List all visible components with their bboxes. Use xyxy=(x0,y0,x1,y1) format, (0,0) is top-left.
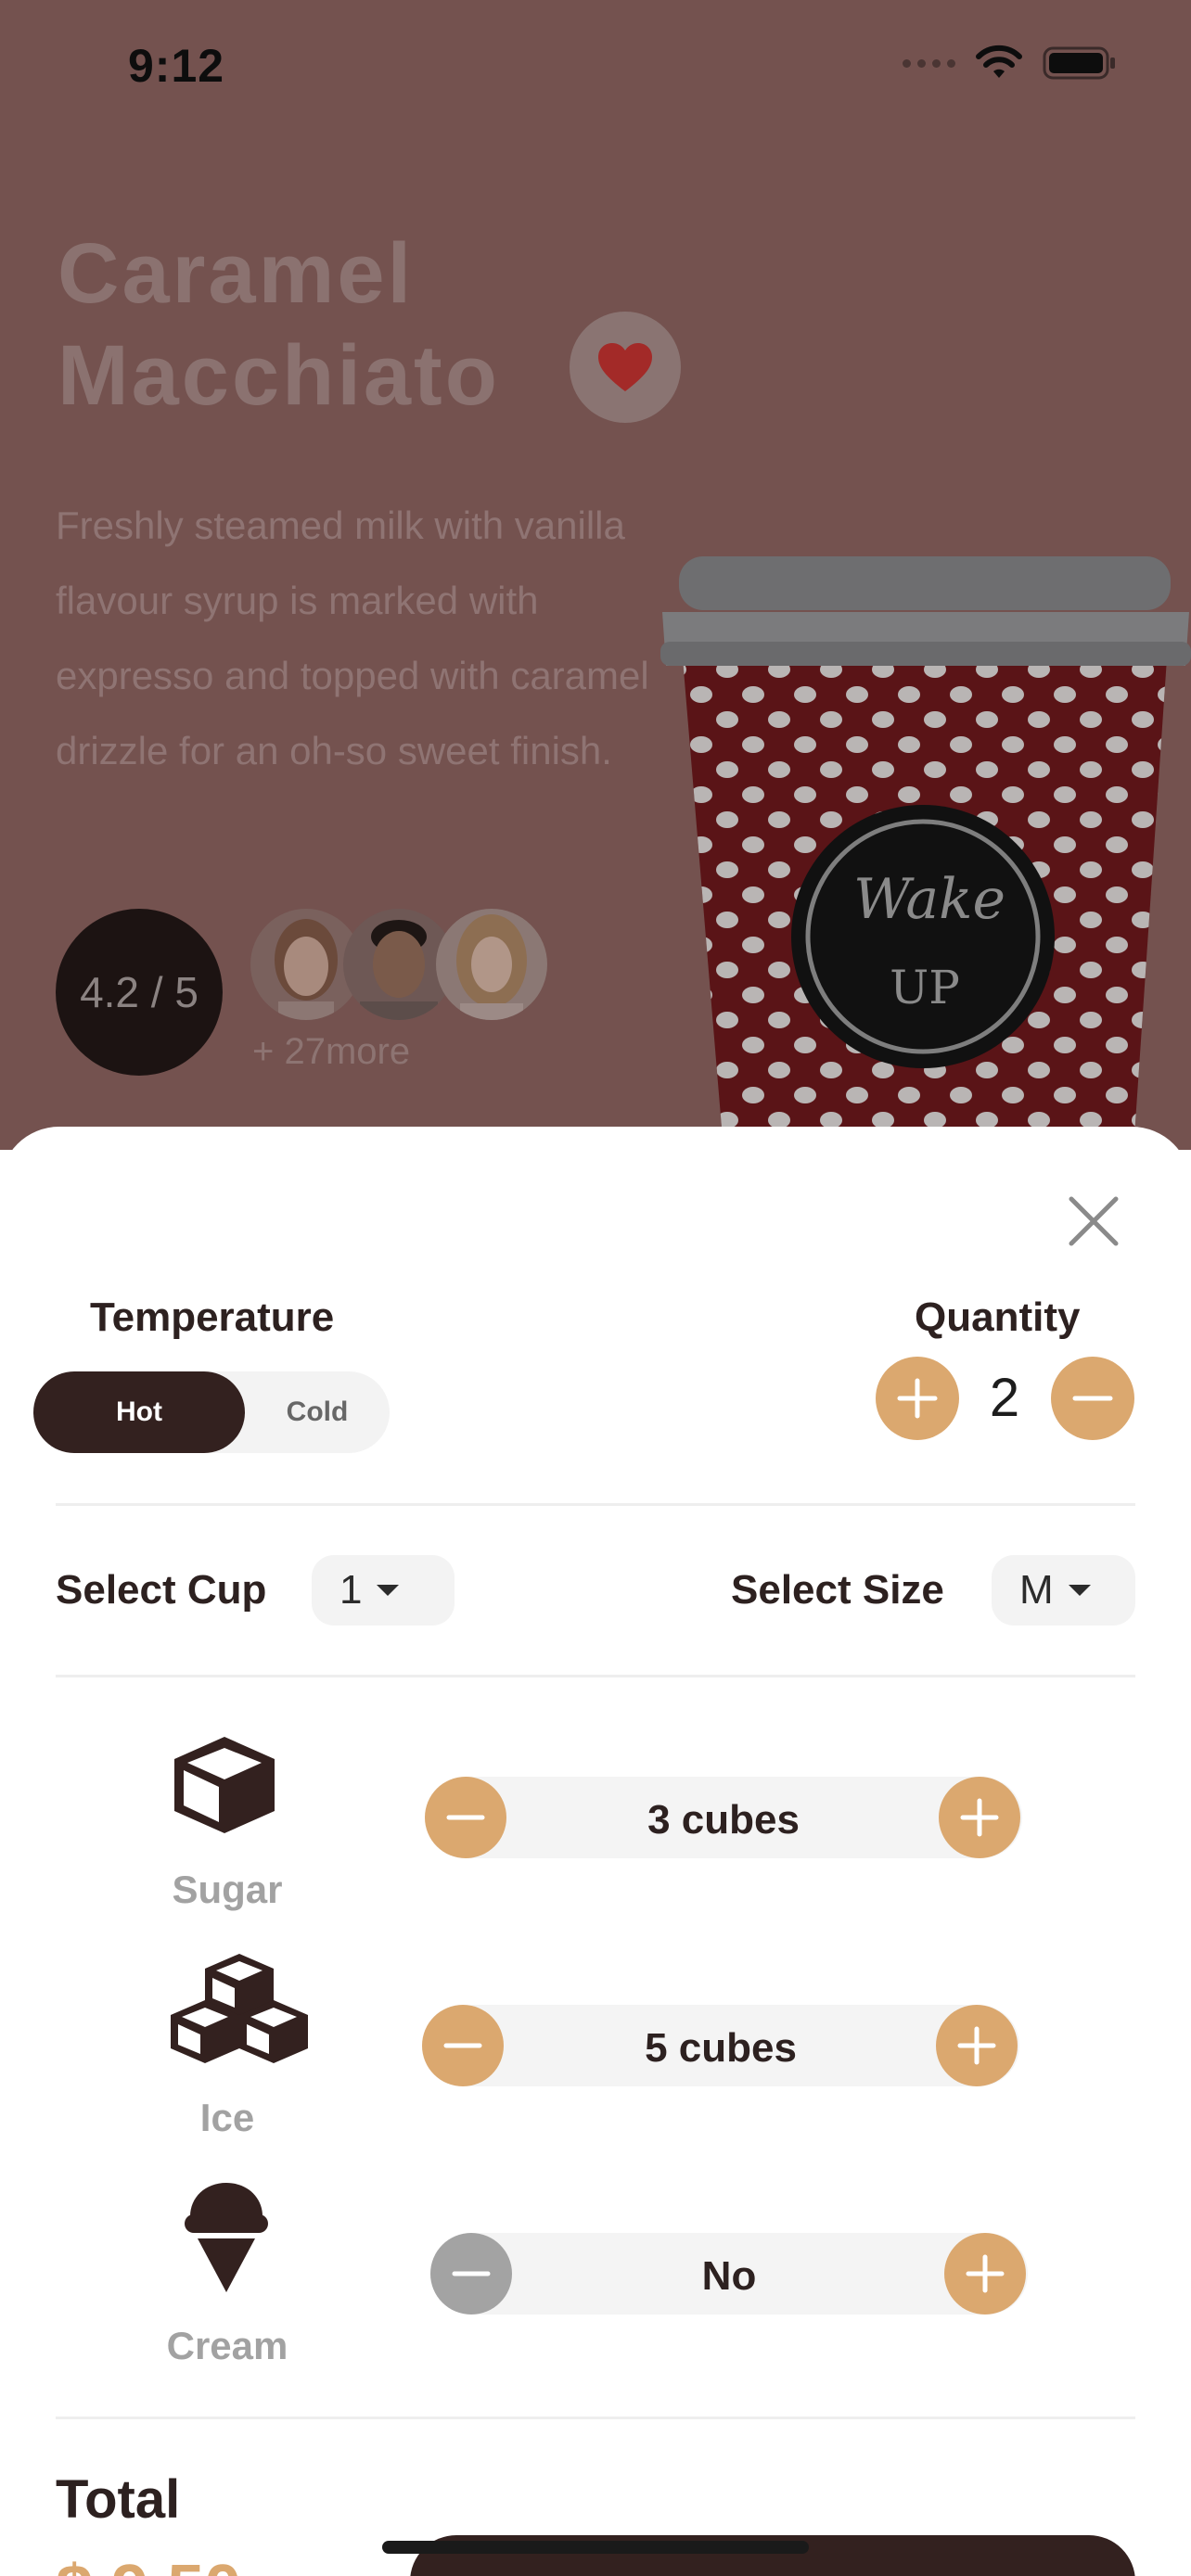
select-cup-value: 1 xyxy=(339,1567,363,1613)
sugar-decrease-button[interactable] xyxy=(425,1777,506,1858)
avatar xyxy=(436,909,547,1020)
cream-value: No xyxy=(701,2253,757,2299)
chevron-down-icon xyxy=(377,1585,400,1596)
battery-icon xyxy=(1043,46,1115,80)
cream-decrease-button[interactable] xyxy=(430,2233,512,2315)
coffee-cup-image: Wake UP xyxy=(660,556,1191,1150)
sugar-increase-button[interactable] xyxy=(939,1777,1020,1858)
quantity-label: Quantity xyxy=(915,1294,1081,1340)
plus-icon xyxy=(966,2254,1005,2293)
sugar-value: 3 cubes xyxy=(647,1797,800,1843)
minus-icon xyxy=(1072,1396,1113,1401)
select-cup-dropdown[interactable]: 1 xyxy=(312,1555,455,1626)
ice-decrease-button[interactable] xyxy=(422,2005,504,2086)
plus-icon xyxy=(960,1798,999,1837)
sugar-cube-icon xyxy=(167,1730,282,1840)
status-time: 9:12 xyxy=(128,40,225,92)
minus-icon xyxy=(446,1815,485,1820)
total-label: Total xyxy=(56,2469,181,2530)
quantity-increase-button[interactable] xyxy=(876,1357,959,1440)
ice-cubes-icon xyxy=(167,1951,312,2064)
cream-increase-button[interactable] xyxy=(944,2233,1026,2315)
heart-icon xyxy=(598,343,652,391)
sugar-label: Sugar xyxy=(172,1868,283,1911)
cup-logo-word2: UP xyxy=(890,961,960,1014)
temperature-label: Temperature xyxy=(90,1294,335,1340)
reviewer-avatars[interactable] xyxy=(250,909,547,1020)
ice-label: Ice xyxy=(199,2096,255,2139)
minus-icon xyxy=(452,2271,491,2276)
close-icon xyxy=(1069,1196,1119,1246)
reviewers-more-text: + 27more xyxy=(252,1031,411,1072)
plus-icon xyxy=(957,2026,996,2065)
product-background: 9:12 Caramel Macchiato Freshly steamed m… xyxy=(0,0,1191,1150)
divider xyxy=(56,1675,1135,1677)
product-description: Freshly steamed milk with vanilla flavou… xyxy=(56,504,649,772)
temperature-hot-option[interactable]: Hot xyxy=(33,1371,245,1453)
chevron-down-icon xyxy=(1068,1585,1091,1596)
select-size-value: M xyxy=(1019,1567,1054,1613)
select-cup-label: Select Cup xyxy=(56,1567,267,1613)
close-button[interactable] xyxy=(1065,1192,1122,1250)
quantity-decrease-button[interactable] xyxy=(1051,1357,1134,1440)
product-title: Caramel Macchiato xyxy=(58,223,500,427)
divider xyxy=(56,2417,1135,2419)
temperature-toggle: Hot Cold xyxy=(33,1371,390,1453)
quantity-value: 2 xyxy=(989,1368,1020,1428)
cream-label: Cream xyxy=(166,2324,288,2367)
status-icons xyxy=(903,45,1117,82)
rating-badge: 4.2 / 5 xyxy=(56,909,223,1076)
cellular-signal-icon xyxy=(903,58,955,68)
ice-increase-button[interactable] xyxy=(936,2005,1018,2086)
ice-value: 5 cubes xyxy=(645,2025,797,2071)
plus-icon xyxy=(897,1378,938,1419)
ice-cream-icon xyxy=(182,2181,271,2294)
wifi-icon xyxy=(976,45,1022,78)
temperature-cold-option[interactable]: Cold xyxy=(245,1371,390,1453)
select-size-label: Select Size xyxy=(731,1567,944,1613)
home-indicator xyxy=(382,2541,809,2554)
total-price-clipped: $ 9.50 xyxy=(56,2557,362,2576)
minus-icon xyxy=(443,2043,482,2048)
status-bar: 9:12 xyxy=(0,0,1191,130)
product-title-line1: Caramel xyxy=(58,226,415,321)
divider xyxy=(56,1503,1135,1506)
select-size-dropdown[interactable]: M xyxy=(992,1555,1135,1626)
favorite-button[interactable] xyxy=(570,312,681,423)
product-title-line2: Macchiato xyxy=(58,328,500,423)
cup-logo-word: Wake xyxy=(853,867,1005,932)
